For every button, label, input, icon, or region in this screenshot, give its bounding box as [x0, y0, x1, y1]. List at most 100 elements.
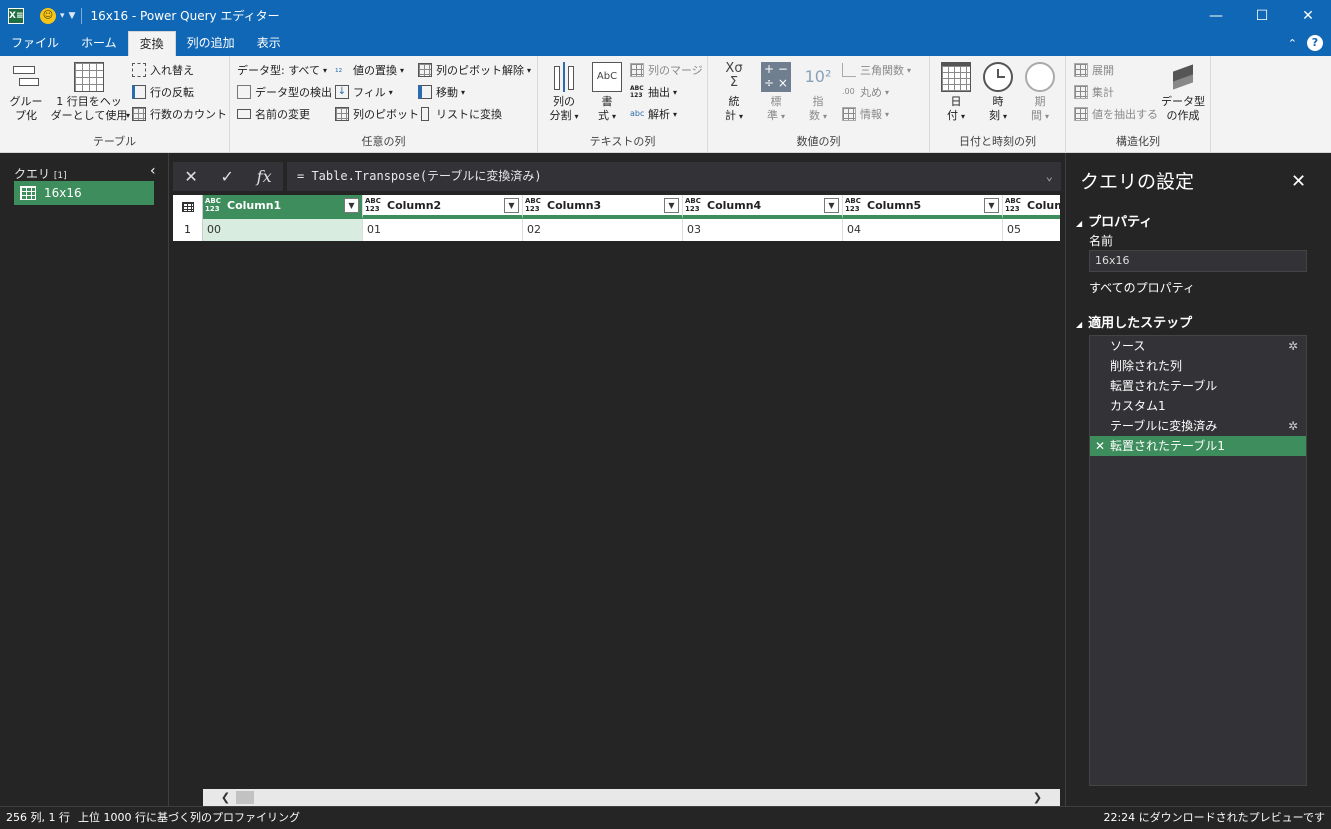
column-header[interactable]: ABC 123 Column3 ▼ [523, 195, 683, 219]
data-type-dropdown[interactable]: データ型: すべて ▾ [237, 61, 327, 79]
table-cell[interactable]: 03 [683, 219, 843, 241]
table-cell[interactable]: 00 [203, 219, 363, 241]
step-item[interactable]: 削除された列 [1090, 356, 1306, 376]
filter-dropdown-icon[interactable]: ▼ [344, 198, 359, 213]
statistics-button[interactable]: Xσ Σ 統 計 ▾ [714, 62, 754, 124]
split-column-button[interactable]: 列の 分割 ▾ [544, 62, 584, 124]
table-cell[interactable]: 01 [363, 219, 523, 241]
extract-values-button[interactable]: 値を抽出する [1074, 105, 1158, 123]
date-button[interactable]: 日 付 ▾ [936, 62, 976, 124]
feedback-smiley-icon[interactable]: ☺ [40, 7, 56, 24]
transpose-button[interactable]: 入れ替え [132, 61, 194, 79]
status-profiling[interactable]: 上位 1000 行に基づく列のプロファイリング [78, 807, 300, 829]
standard-button[interactable]: + − ÷ × 標 準 ▾ [756, 62, 796, 124]
gear-icon[interactable]: ✲ [1288, 416, 1298, 436]
tab-file[interactable]: ファイル [0, 31, 71, 56]
query-item-16x16[interactable]: 16x16 [14, 181, 154, 205]
cancel-formula-icon[interactable]: ✕ [184, 167, 197, 186]
insert-function-icon[interactable]: fx [257, 167, 272, 186]
applied-steps-section[interactable]: ◢ 適用したステップ [1076, 312, 1192, 331]
convert-to-list-button[interactable]: リストに変換 [418, 105, 502, 123]
step-item[interactable]: カスタム1 [1090, 396, 1306, 416]
rename-button[interactable]: 名前の変更 [237, 105, 310, 123]
count-rows-button[interactable]: 行数のカウント [132, 105, 227, 123]
type-any-icon[interactable]: ABC 123 [365, 197, 381, 213]
smiley-dropdown-icon[interactable]: ▾ [60, 11, 65, 21]
tab-view[interactable]: 表示 [246, 31, 292, 56]
tab-add-column[interactable]: 列の追加 [176, 31, 246, 56]
pivot-column-button[interactable]: 列のピボット [335, 105, 419, 123]
table-cell[interactable]: 02 [523, 219, 683, 241]
type-any-icon[interactable]: ABC 123 [205, 197, 221, 213]
tab-home[interactable]: ホーム [70, 31, 128, 56]
aggregate-button[interactable]: 集計 [1074, 83, 1114, 101]
type-any-icon[interactable]: ABC 123 [685, 197, 701, 213]
use-first-row-dropdown-icon[interactable]: ▾ [126, 109, 130, 123]
scientific-button[interactable]: 10² 指 数 ▾ [798, 62, 838, 124]
tab-transform[interactable]: 変換 [127, 31, 176, 56]
horizontal-scrollbar[interactable]: ❮ ❯ [203, 789, 1060, 806]
scrollbar-thumb[interactable] [236, 791, 254, 804]
table-menu-button[interactable] [173, 195, 203, 219]
move-button[interactable]: 移動 ▾ [418, 83, 465, 101]
type-any-icon[interactable]: ABC 123 [525, 197, 541, 213]
column-header[interactable]: ABC 123 Column5 ▼ [843, 195, 1003, 219]
collapse-queries-icon[interactable]: ‹ [150, 163, 156, 179]
step-item[interactable]: ソース ✲ [1090, 336, 1306, 356]
column-header[interactable]: ABC 123 Column1 ▼ [203, 195, 363, 219]
filter-dropdown-icon[interactable]: ▼ [824, 198, 839, 213]
use-first-row-button[interactable]: 1 行目をヘッ ダーとして使用 ▾ [48, 62, 130, 123]
trigonometry-button[interactable]: 三角関数 ▾ [842, 61, 911, 79]
delete-step-icon[interactable]: ✕ [1095, 436, 1105, 456]
excel-icon[interactable]: X≡ [8, 7, 24, 24]
rounding-button[interactable]: .00 丸め ▾ [842, 83, 889, 101]
format-button[interactable]: AbC 書 式 ▾ [588, 62, 626, 124]
type-any-icon[interactable]: ABC 123 [1005, 197, 1021, 213]
type-any-icon[interactable]: ABC 123 [845, 197, 861, 213]
close-settings-icon[interactable]: ✕ [1291, 171, 1306, 192]
parse-button[interactable]: abc 解析 ▾ [630, 105, 677, 123]
filter-dropdown-icon[interactable]: ▼ [504, 198, 519, 213]
duration-text: 期 間 [1030, 95, 1046, 122]
expand-formula-icon[interactable]: ⌄ [1046, 162, 1053, 191]
quick-access-customize-icon[interactable]: ▼ [69, 11, 76, 21]
collapse-ribbon-icon[interactable]: ⌃ [1288, 37, 1297, 50]
properties-section[interactable]: ◢ プロパティ [1076, 211, 1152, 230]
time-button[interactable]: 時 刻 ▾ [978, 62, 1018, 124]
maximize-button[interactable]: ☐ [1239, 0, 1285, 31]
create-data-type-button[interactable]: データ型 の作成 [1160, 62, 1206, 123]
group-by-button[interactable]: グルー プ化 [6, 62, 46, 123]
table-cell[interactable]: 05 [1003, 219, 1060, 241]
formula-input[interactable]: = Table.Transpose(テーブルに変換済み) ⌄ [287, 162, 1061, 191]
column-header[interactable]: ABC123 Column6 ▼ [1003, 195, 1060, 219]
column-header[interactable]: ABC 123 Column4 ▼ [683, 195, 843, 219]
properties-header: プロパティ [1088, 215, 1153, 230]
gear-icon[interactable]: ✲ [1288, 336, 1298, 356]
filter-dropdown-icon[interactable]: ▼ [664, 198, 679, 213]
table-cell[interactable]: 04 [843, 219, 1003, 241]
reverse-rows-button[interactable]: 行の反転 [132, 83, 194, 101]
minimize-button[interactable]: — [1193, 0, 1239, 31]
replace-values-button[interactable]: ₁₂ 値の置換 ▾ [335, 61, 404, 79]
merge-columns-button[interactable]: 列のマージ [630, 61, 703, 79]
unpivot-button[interactable]: 列のピボット解除 ▾ [418, 61, 531, 79]
scroll-right-icon[interactable]: ❯ [1029, 789, 1046, 806]
step-item-active[interactable]: ✕ 転置されたテーブル1 [1090, 436, 1306, 456]
query-name-field[interactable]: 16x16 [1089, 250, 1307, 272]
step-item[interactable]: 転置されたテーブル [1090, 376, 1306, 396]
scroll-left-icon[interactable]: ❮ [217, 789, 234, 806]
duration-button[interactable]: 期 間 ▾ [1020, 62, 1060, 124]
expand-button[interactable]: 展開 [1074, 61, 1114, 79]
detect-type-button[interactable]: データ型の検出 [237, 83, 332, 101]
information-button[interactable]: 情報 ▾ [842, 105, 889, 123]
row-number[interactable]: 1 [173, 219, 203, 241]
fill-button[interactable]: ↓ フィル ▾ [335, 83, 393, 101]
help-icon[interactable]: ? [1307, 35, 1323, 51]
all-properties-link[interactable]: すべてのプロパティ [1089, 279, 1195, 296]
filter-dropdown-icon[interactable]: ▼ [984, 198, 999, 213]
commit-formula-icon[interactable]: ✓ [221, 167, 234, 186]
step-item[interactable]: テーブルに変換済み ✲ [1090, 416, 1306, 436]
extract-button[interactable]: ABC 123 抽出 ▾ [630, 83, 677, 101]
close-button[interactable]: ✕ [1285, 0, 1331, 31]
column-header[interactable]: ABC 123 Column2 ▼ [363, 195, 523, 219]
